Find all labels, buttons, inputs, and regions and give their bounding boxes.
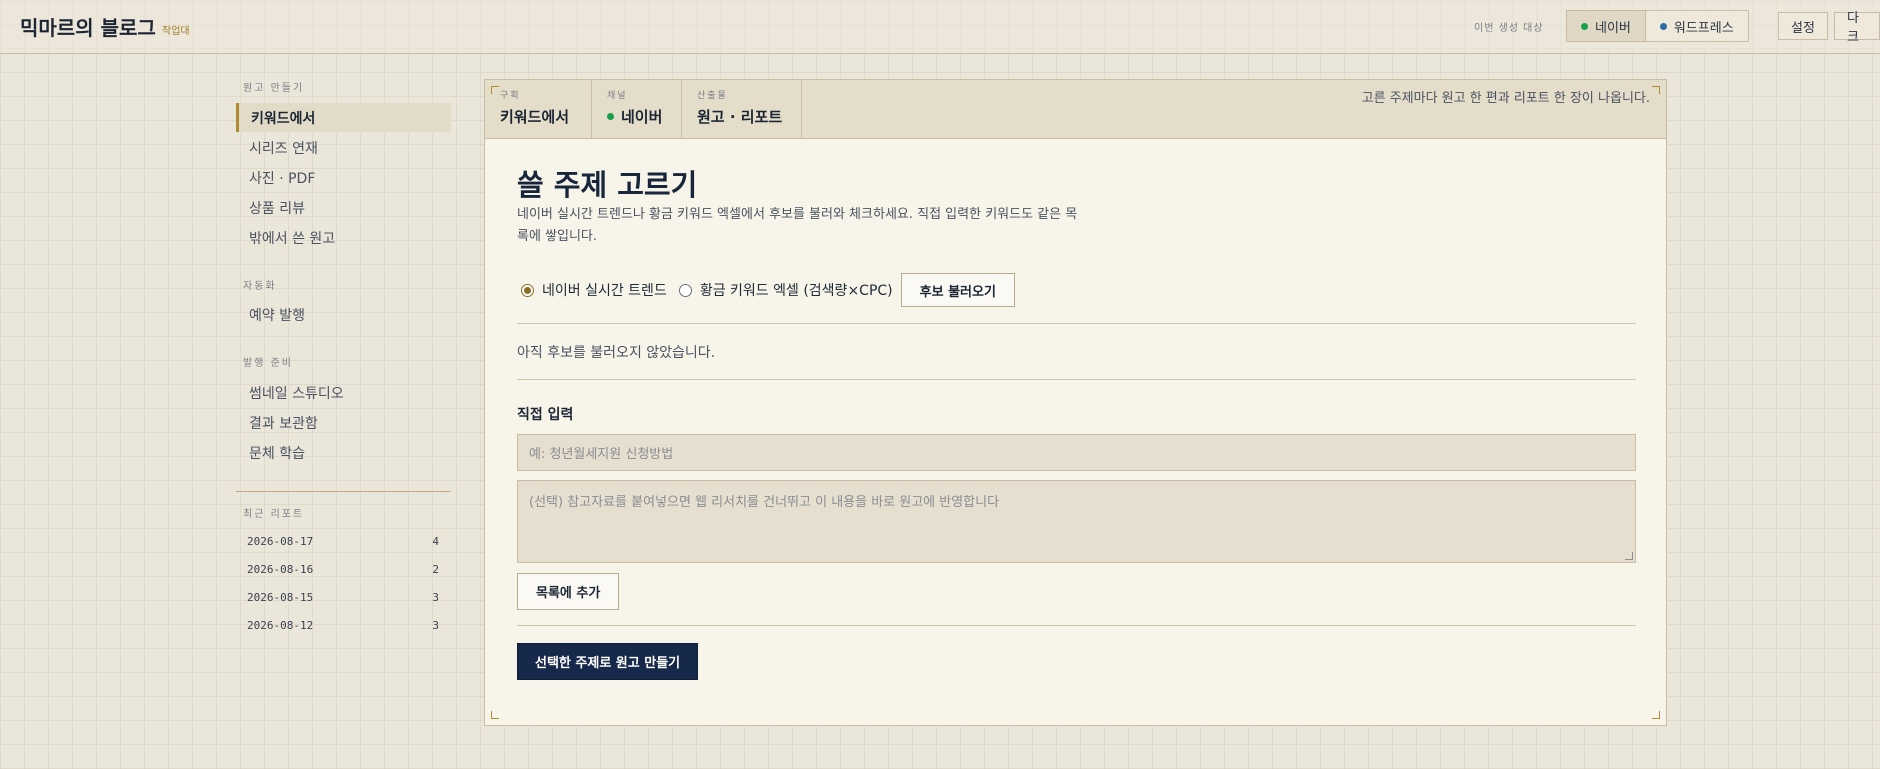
report-row[interactable]: 2026-08-12 3: [247, 619, 439, 632]
brand-subtitle: 작업대: [162, 26, 190, 37]
corner-mark: [491, 86, 499, 94]
main-card: 구획 키워드에서 채널 네이버 산출물 원고 · 리포트 고른 주제마다 원고 …: [484, 79, 1667, 726]
step-section: 구획 키워드에서: [485, 80, 592, 138]
keyword-input[interactable]: 예: 청년월세지원 신청방법: [517, 434, 1636, 471]
sidebar-item-product-review[interactable]: 상품 리뷰: [236, 193, 451, 222]
add-to-list-button[interactable]: 목록에 추가: [517, 573, 620, 610]
divider: [517, 323, 1636, 324]
corner-mark: [1652, 711, 1660, 719]
load-candidates-button[interactable]: 후보 불러오기: [900, 273, 1015, 307]
report-date: 2026-08-16: [247, 563, 314, 576]
sidebar-section-automation: 자동화: [243, 281, 277, 292]
brand-title[interactable]: 믹마르의 블로그: [20, 12, 156, 41]
manual-input-heading: 직접 입력: [517, 407, 574, 423]
target-label: 이번 생성 대상: [1474, 23, 1544, 34]
sidebar-item-style-learning[interactable]: 문체 학습: [236, 438, 451, 467]
source-selector: 네이버 실시간 트렌드 황금 키워드 엑셀 (검색량×CPC) 후보 불러오기: [521, 273, 1015, 307]
step-key: 채널: [607, 91, 628, 101]
sidebar-item-photo-pdf[interactable]: 사진 · PDF: [236, 163, 451, 192]
reference-textarea[interactable]: (선택) 참고자료를 붙여넣으면 웹 리서치를 건너뛰고 이 내용을 바로 원고…: [517, 480, 1636, 563]
sidebar-divider: [236, 491, 451, 492]
report-row[interactable]: 2026-08-16 2: [247, 563, 439, 576]
divider: [517, 625, 1636, 626]
report-date: 2026-08-15: [247, 591, 314, 604]
corner-mark: [1652, 86, 1660, 94]
empty-state-message: 아직 후보를 불러오지 않았습니다.: [517, 345, 716, 361]
sidebar-section-create: 원고 만들기: [243, 83, 305, 94]
platform-naver-label: 네이버: [1595, 20, 1631, 36]
report-date: 2026-08-17: [247, 535, 314, 548]
step-value: 원고 · 리포트: [697, 108, 783, 126]
resize-handle-icon[interactable]: [1625, 552, 1633, 560]
top-bar: 믹마르의 블로그 작업대 이번 생성 대상 네이버 워드프레스 설정 다크: [0, 0, 1880, 54]
divider: [517, 379, 1636, 380]
report-count: 2: [432, 563, 439, 576]
sidebar-item-results-archive[interactable]: 결과 보관함: [236, 408, 451, 437]
platform-wordpress-label: 워드프레스: [1673, 20, 1734, 36]
report-count: 4: [432, 535, 439, 548]
platform-naver-button[interactable]: 네이버: [1567, 11, 1645, 41]
radio-naver-trend-label[interactable]: 네이버 실시간 트렌드: [542, 280, 667, 300]
report-count: 3: [432, 591, 439, 604]
page-description: 네이버 실시간 트렌드나 황금 키워드 엑셀에서 후보를 불러와 체크하세요. …: [517, 207, 1078, 244]
wordpress-status-icon: [1659, 22, 1667, 30]
sidebar-item-keyword[interactable]: 키워드에서: [236, 103, 451, 132]
step-key: 구획: [500, 91, 521, 101]
radio-golden-keyword-label[interactable]: 황금 키워드 엑셀 (검색량×CPC): [700, 280, 893, 300]
step-value-wrap: 네이버: [607, 106, 681, 127]
step-key: 산출물: [697, 91, 728, 101]
sidebar-item-external-draft[interactable]: 밖에서 쓴 원고: [236, 223, 451, 252]
step-note: 고른 주제마다 원고 한 편과 리포트 한 장이 나옵니다.: [1361, 91, 1650, 106]
report-row[interactable]: 2026-08-17 4: [247, 535, 439, 548]
step-bar: 구획 키워드에서 채널 네이버 산출물 원고 · 리포트 고른 주제마다 원고 …: [485, 80, 1666, 139]
dark-mode-button[interactable]: 다크: [1834, 11, 1880, 45]
radio-naver-trend[interactable]: [521, 283, 534, 297]
sidebar-item-series[interactable]: 시리즈 연재: [236, 133, 451, 162]
report-row[interactable]: 2026-08-15 3: [247, 591, 439, 604]
radio-golden-keyword[interactable]: [678, 283, 692, 297]
report-date: 2026-08-12: [247, 619, 314, 632]
step-channel: 채널 네이버: [592, 80, 682, 138]
corner-mark: [491, 711, 499, 719]
channel-status-icon: [607, 113, 614, 120]
sidebar-item-thumbnail-studio[interactable]: 썸네일 스튜디오: [236, 378, 451, 407]
sidebar-section-publish-prep: 발행 준비: [243, 358, 293, 369]
generate-drafts-button[interactable]: 선택한 주제로 원고 만들기: [517, 643, 699, 680]
settings-button[interactable]: 설정: [1778, 12, 1828, 40]
step-output: 산출물 원고 · 리포트: [682, 80, 802, 138]
keyword-input-placeholder: 예: 청년월세지원 신청방법: [529, 447, 674, 462]
step-value: 키워드에서: [500, 108, 570, 126]
sidebar-section-recent-reports: 최근 리포트: [243, 509, 305, 520]
sidebar-item-scheduled-publish[interactable]: 예약 발행: [236, 300, 451, 329]
naver-status-icon: [1581, 22, 1588, 30]
step-value: 네이버: [621, 108, 663, 126]
report-count: 3: [432, 619, 439, 632]
reference-textarea-placeholder: (선택) 참고자료를 붙여넣으면 웹 리서치를 건너뛰고 이 내용을 바로 원고…: [529, 495, 1000, 510]
page-title: 쓸 주제 고르기: [517, 168, 698, 202]
platform-wordpress-button[interactable]: 워드프레스: [1644, 11, 1748, 41]
platform-toggle: 네이버 워드프레스: [1566, 10, 1749, 42]
